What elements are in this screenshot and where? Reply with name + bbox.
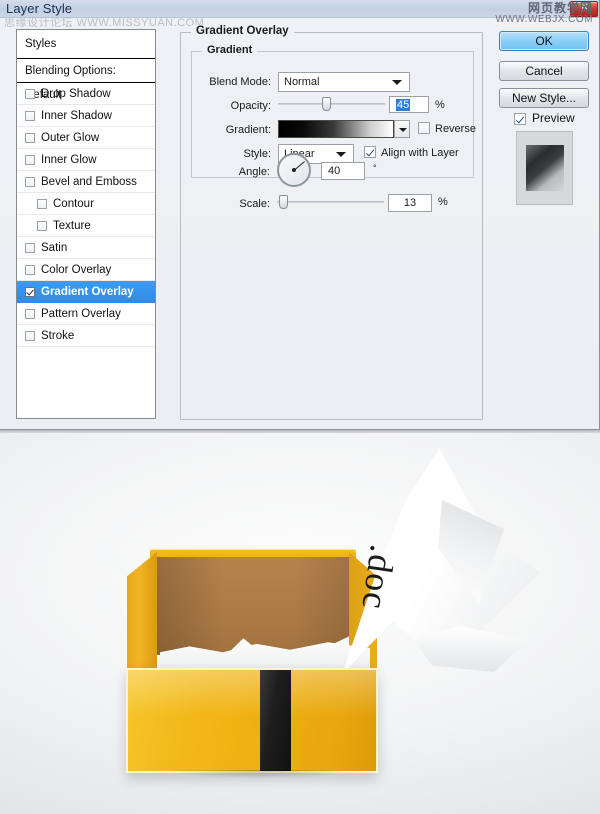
- reverse-checkbox[interactable]: [418, 122, 430, 134]
- preview-thumbnail: [516, 131, 573, 205]
- style-item-label: Inner Glow: [41, 153, 97, 166]
- scale-slider[interactable]: [277, 195, 384, 209]
- box-left-flap: [127, 552, 157, 687]
- style-item-checkbox[interactable]: [25, 176, 35, 187]
- align-with-layer-label: Align with Layer: [381, 147, 459, 159]
- preview-checkbox[interactable]: [514, 113, 526, 125]
- style-item-checkbox[interactable]: [25, 286, 35, 297]
- blending-options-item[interactable]: Blending Options: Default: [17, 59, 155, 101]
- style-item-label: Outer Glow: [41, 131, 100, 144]
- scale-input[interactable]: 13: [388, 194, 432, 212]
- angle-label: Angle:: [238, 166, 270, 178]
- styles-list-panel: Styles Blending Options: Default Drop Sh…: [16, 29, 156, 419]
- angle-dial[interactable]: [277, 153, 311, 187]
- opacity-slider[interactable]: [278, 97, 385, 111]
- gradient-section-title: Gradient: [202, 44, 258, 56]
- style-item-checkbox[interactable]: [25, 154, 35, 165]
- gradient-overlay-panel: Gradient Overlay Gradient Blend Mode: No…: [180, 25, 483, 420]
- layer-style-dialog: Layer Style ✕ 思缘设计论坛 WWW.MISSYUAN.COM 网页…: [0, 0, 600, 430]
- doc-extension-label: .doc: [354, 542, 404, 613]
- style-item-checkbox[interactable]: [25, 242, 35, 253]
- box-drop-shadow: [134, 770, 384, 782]
- opacity-slider-thumb[interactable]: [322, 97, 332, 111]
- style-item-color-overlay[interactable]: Color Overlay: [17, 259, 155, 281]
- align-with-layer-checkbox[interactable]: [364, 146, 376, 158]
- style-effect-list: Drop Shadow Inner Shadow Outer Glow Inner G…: [17, 83, 155, 347]
- style-item-pattern-overlay[interactable]: Pattern Overlay: [17, 303, 155, 325]
- style-item-bevel-and-emboss[interactable]: Bevel and Emboss: [17, 171, 155, 193]
- scale-slider-thumb[interactable]: [279, 195, 289, 209]
- screenshot-root: Layer Style ✕ 思缘设计论坛 WWW.MISSYUAN.COM 网页…: [0, 0, 600, 814]
- style-item-inner-shadow[interactable]: Inner Shadow: [17, 105, 155, 127]
- blend-mode-label: Blend Mode:: [209, 76, 271, 88]
- angle-dial-center: [292, 168, 296, 172]
- style-item-label: Texture: [53, 219, 91, 232]
- style-item-checkbox[interactable]: [25, 110, 35, 121]
- style-item-contour[interactable]: Contour: [17, 193, 155, 215]
- opacity-slider-track: [278, 103, 385, 105]
- gradient-section: Gradient Blend Mode: Normal Opacity: 45 …: [191, 44, 476, 178]
- blend-mode-value: Normal: [284, 76, 320, 88]
- style-item-label: Drop Shadow: [41, 87, 111, 100]
- style-label: Style:: [243, 148, 271, 160]
- ok-button[interactable]: OK: [499, 31, 589, 51]
- gradient-picker-button[interactable]: [394, 120, 410, 138]
- style-item-checkbox[interactable]: [37, 220, 47, 231]
- preview-label: Preview: [532, 111, 575, 125]
- blend-mode-select[interactable]: Normal: [278, 72, 410, 92]
- gradient-label: Gradient:: [225, 124, 271, 136]
- styles-header: Styles: [17, 30, 155, 59]
- scale-label: Scale:: [239, 198, 270, 210]
- gradient-preview-bar[interactable]: [278, 120, 394, 138]
- close-icon[interactable]: ✕: [570, 1, 598, 17]
- style-item-label: Stroke: [41, 329, 75, 342]
- style-item-label: Gradient Overlay: [41, 285, 134, 298]
- scale-value: 13: [403, 197, 417, 209]
- opacity-label: Opacity:: [230, 100, 271, 112]
- style-item-label: Pattern Overlay: [41, 307, 121, 320]
- panel-title: Gradient Overlay: [191, 25, 294, 37]
- style-item-stroke[interactable]: Stroke: [17, 325, 155, 347]
- style-item-checkbox[interactable]: [37, 198, 47, 209]
- style-item-outer-glow[interactable]: Outer Glow: [17, 127, 155, 149]
- box-front-face: [126, 668, 378, 773]
- opacity-unit: %: [435, 99, 445, 111]
- preview-toggle-row[interactable]: Preview: [514, 111, 575, 125]
- illustration-canvas: [0, 430, 600, 814]
- style-item-label: Color Overlay: [41, 263, 112, 276]
- style-item-satin[interactable]: Satin: [17, 237, 155, 259]
- scale-unit: %: [438, 196, 448, 208]
- style-item-checkbox[interactable]: [25, 330, 35, 341]
- angle-value: 40: [328, 165, 341, 177]
- style-item-label: Inner Shadow: [41, 109, 112, 122]
- style-item-checkbox[interactable]: [25, 308, 35, 319]
- style-item-label: Bevel and Emboss: [41, 175, 137, 188]
- scale-slider-track: [277, 201, 384, 203]
- opacity-value: 45: [396, 99, 411, 111]
- illustration-top-divider: [0, 430, 600, 433]
- cancel-button[interactable]: Cancel: [499, 61, 589, 81]
- angle-unit: °: [373, 163, 377, 173]
- style-item-inner-glow[interactable]: Inner Glow: [17, 149, 155, 171]
- preview-gradient-swatch: [526, 145, 564, 191]
- style-item-checkbox[interactable]: [25, 264, 35, 275]
- box-front-gloss: [128, 670, 376, 717]
- style-item-label: Contour: [53, 197, 94, 210]
- angle-input[interactable]: 40: [321, 162, 365, 180]
- style-item-label: Satin: [41, 241, 68, 254]
- opacity-input[interactable]: 45: [389, 96, 429, 113]
- chevron-down-icon: [399, 128, 407, 132]
- style-item-checkbox[interactable]: [25, 132, 35, 143]
- dialog-titlebar[interactable]: Layer Style ✕: [0, 0, 599, 18]
- style-item-checkbox[interactable]: [25, 88, 35, 99]
- style-item-gradient-overlay[interactable]: Gradient Overlay: [17, 281, 155, 303]
- style-item-texture[interactable]: Texture: [17, 215, 155, 237]
- reverse-label: Reverse: [435, 123, 476, 135]
- box-black-stripe: [260, 670, 291, 771]
- dialog-title: Layer Style: [6, 1, 73, 16]
- new-style-button[interactable]: New Style...: [499, 88, 589, 108]
- chevron-down-icon: [392, 80, 402, 85]
- chevron-down-icon: [336, 152, 346, 157]
